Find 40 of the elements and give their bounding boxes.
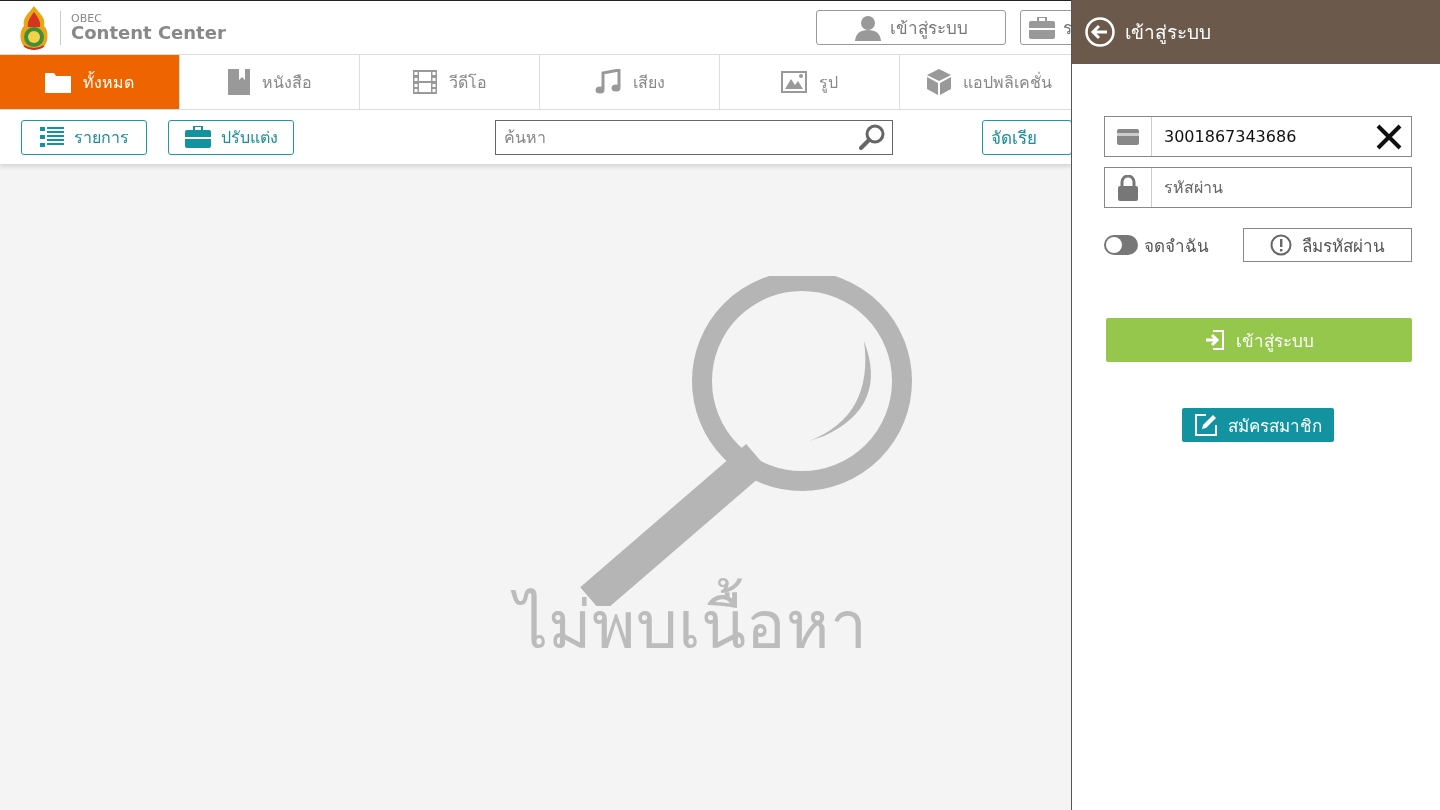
lock-icon (1118, 174, 1138, 201)
category-tab[interactable]: ทั้งหมด (0, 55, 180, 109)
remember-toggle[interactable] (1104, 235, 1138, 255)
list-icon (39, 127, 64, 147)
folder-icon (45, 71, 71, 93)
clear-icon[interactable] (1375, 122, 1403, 151)
empty-message: ไม่พบเนื้อหา (501, 566, 881, 687)
register-button[interactable]: สมัครสมาชิก (1182, 408, 1334, 442)
header-button[interactable]: ร (1020, 10, 1072, 45)
edit-icon (1194, 413, 1218, 437)
search-field[interactable]: ค้นหา (495, 119, 893, 155)
cube-icon (927, 69, 951, 95)
music-note-icon (594, 69, 621, 95)
username-field[interactable]: 3001867343686 (1104, 116, 1412, 157)
emblem-logo (18, 5, 50, 50)
logo-title: Content Center (71, 24, 226, 42)
briefcase-icon (184, 126, 211, 148)
film-icon (412, 70, 437, 94)
sign-in-icon (1204, 329, 1226, 351)
customize-button[interactable]: ปรับแต่ง (168, 119, 294, 155)
book-icon (227, 69, 250, 95)
briefcase-icon (1029, 16, 1055, 39)
username-input[interactable]: 3001867343686 (1152, 126, 1375, 147)
panel-title: เข้าสู่ระบบ (1125, 20, 1211, 46)
logo-subtitle: OBEC (71, 13, 103, 24)
user-icon (854, 14, 882, 41)
back-icon[interactable] (1085, 17, 1115, 47)
login-button[interactable]: เข้าสู่ระบบ (816, 10, 1006, 45)
image-icon (781, 71, 807, 93)
password-field[interactable]: รหัสผ่าน (1104, 167, 1412, 208)
search-input[interactable]: ค้นหา (496, 126, 858, 148)
password-input[interactable]: รหัสผ่าน (1152, 177, 1411, 198)
sign-in-button[interactable]: เข้าสู่ระบบ (1106, 318, 1412, 362)
card-icon (1117, 128, 1139, 145)
alert-icon (1270, 234, 1292, 256)
forgot-password-button[interactable]: ลืมรหัสผ่าน (1243, 228, 1412, 262)
search-icon[interactable] (858, 123, 886, 151)
sort-button[interactable]: จัดเรีย (982, 119, 1072, 155)
remember-label: จดจำฉัน (1144, 234, 1209, 258)
list-view-button[interactable]: รายการ (21, 119, 147, 155)
